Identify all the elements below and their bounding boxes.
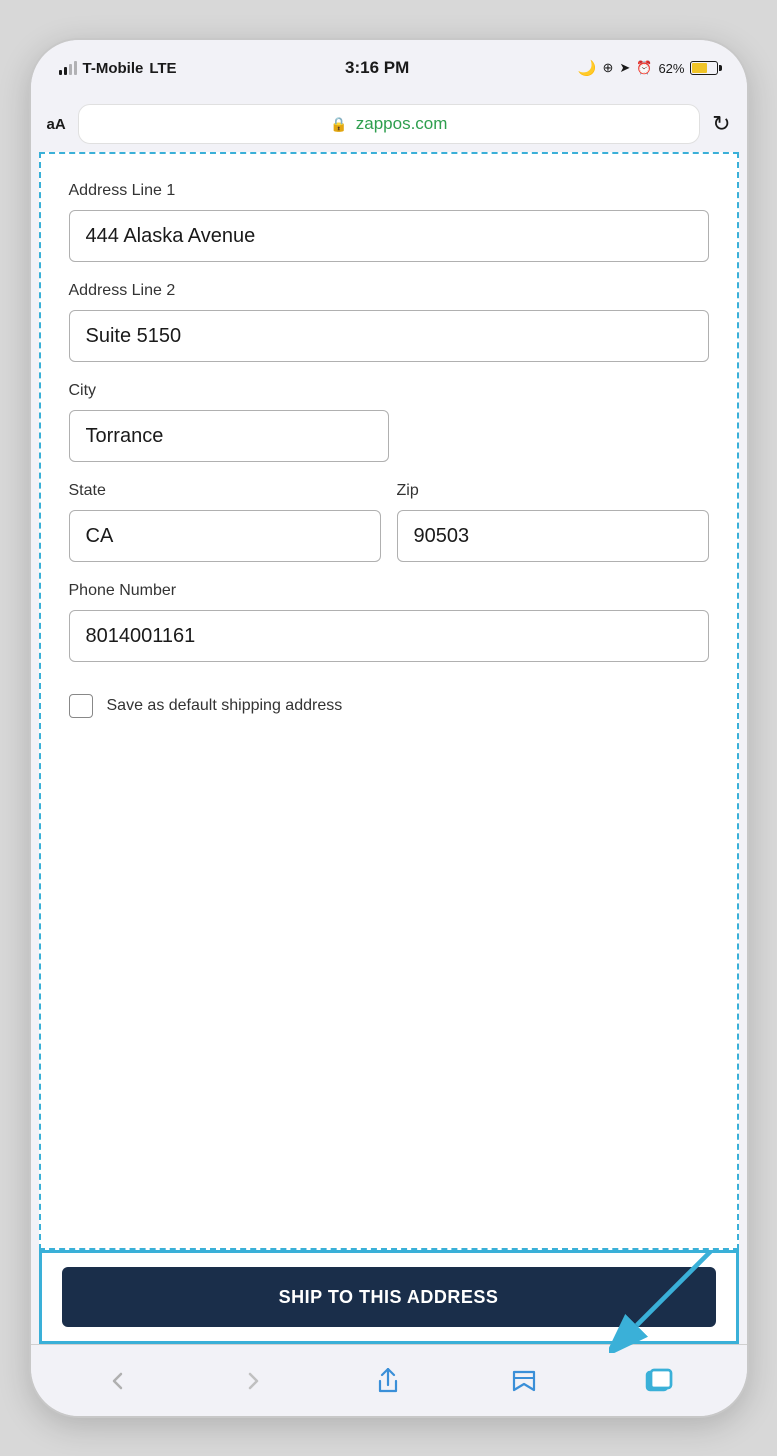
battery-percent: 62% [658, 61, 684, 76]
save-default-label: Save as default shipping address [107, 697, 343, 715]
city-label: City [69, 382, 709, 400]
phone-input[interactable] [69, 610, 709, 662]
font-size-button[interactable]: aA [47, 116, 66, 133]
bookmarks-button[interactable] [499, 1359, 549, 1403]
url-text: zappos.com [356, 114, 448, 134]
back-button[interactable] [93, 1359, 143, 1403]
signal-bars [59, 61, 77, 75]
lock-icon: 🔒 [330, 116, 347, 133]
carrier-info: T-Mobile LTE [59, 60, 177, 77]
save-default-row[interactable]: Save as default shipping address [69, 682, 709, 738]
zip-label: Zip [397, 482, 709, 500]
form-area: Address Line 1 Address Line 2 City State… [39, 152, 739, 1250]
address-line2-label: Address Line 2 [69, 282, 709, 300]
carrier-label: T-Mobile [83, 60, 144, 77]
url-bar[interactable]: 🔒 zappos.com [78, 104, 700, 144]
address-line2-input[interactable] [69, 310, 709, 362]
location-icon: ⊕ [602, 60, 613, 76]
network-label: LTE [149, 60, 176, 77]
battery-indicator [690, 61, 718, 75]
share-button[interactable] [363, 1359, 413, 1403]
reload-button[interactable]: ↻ [712, 111, 730, 137]
forward-button[interactable] [228, 1359, 278, 1403]
zip-input[interactable] [397, 510, 709, 562]
time-display: 3:16 PM [345, 58, 409, 78]
status-right: 🌙 ⊕ ➤ ⏰ 62% [578, 59, 719, 77]
city-input[interactable] [69, 410, 389, 462]
phone-label: Phone Number [69, 582, 709, 600]
tabs-button[interactable] [634, 1359, 684, 1403]
save-default-checkbox[interactable] [69, 694, 93, 718]
annotation-arrow [609, 1233, 729, 1358]
navigation-icon: ➤ [619, 60, 630, 76]
browser-bar: aA 🔒 zappos.com ↻ [31, 96, 747, 152]
address-line1-input[interactable] [69, 210, 709, 262]
address-line1-label: Address Line 1 [69, 182, 709, 200]
moon-icon: 🌙 [578, 59, 597, 77]
state-input[interactable] [69, 510, 381, 562]
alarm-icon: ⏰ [636, 60, 652, 76]
status-bar: T-Mobile LTE 3:16 PM 🌙 ⊕ ➤ ⏰ 62% [31, 40, 747, 96]
state-label: State [69, 482, 381, 500]
